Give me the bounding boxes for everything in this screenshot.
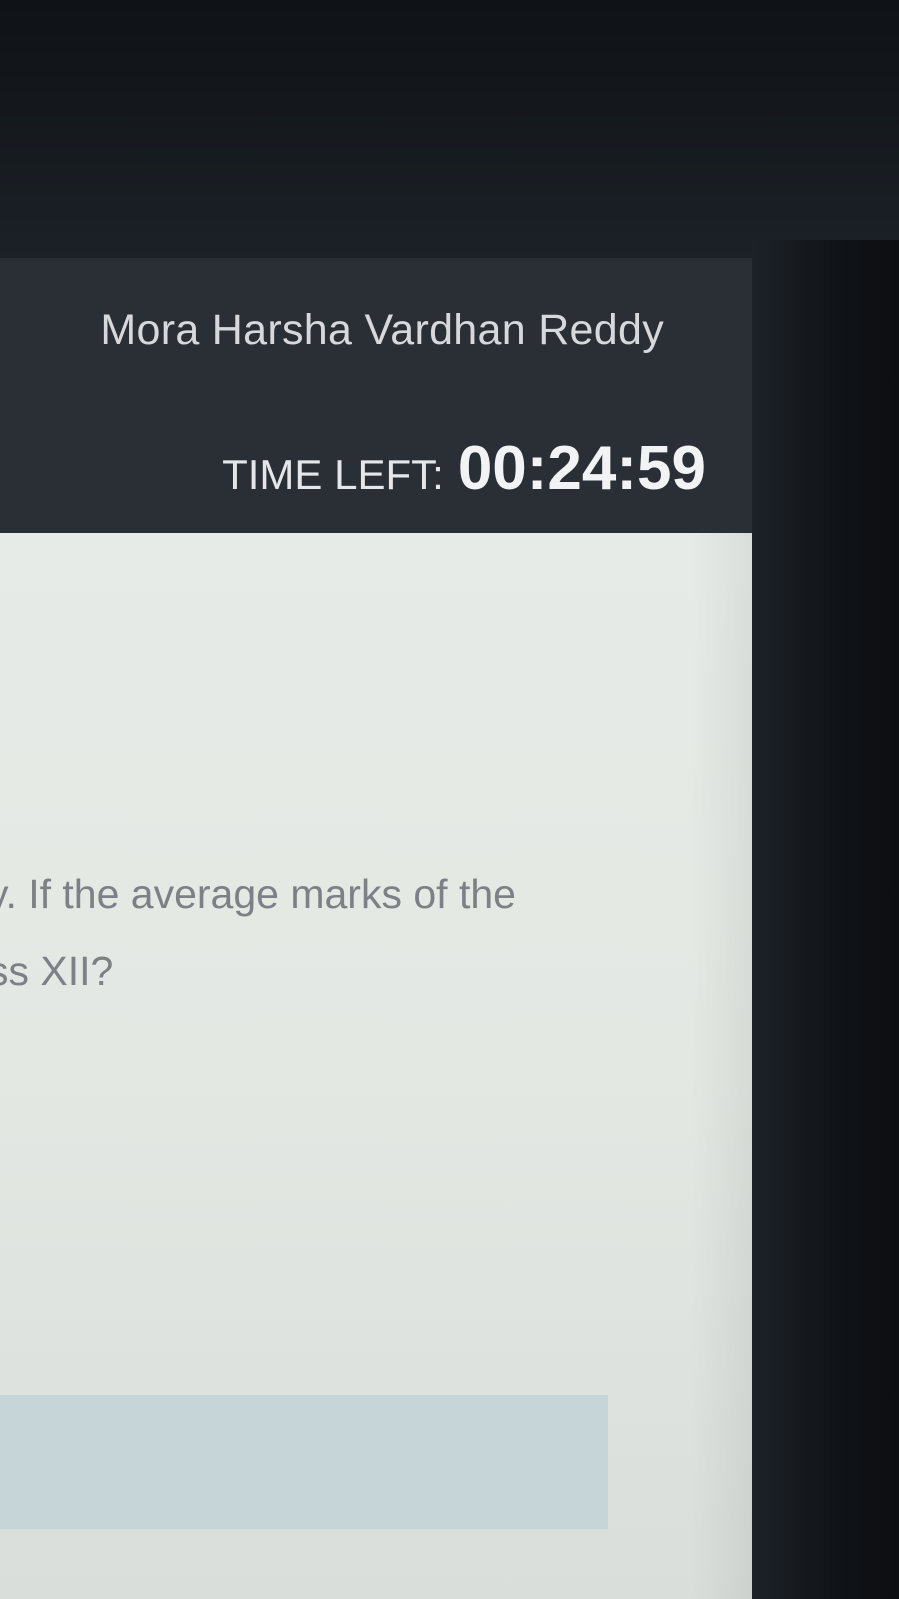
- answer-option[interactable]: [0, 1395, 608, 1529]
- exam-header: Mora Harsha Vardhan Reddy TIME LEFT: 00:…: [0, 258, 752, 533]
- question-text-line: ss XII?: [0, 948, 114, 994]
- screen-edge-shade: [690, 533, 752, 1599]
- monitor-bezel-top: [0, 0, 899, 260]
- monitor-bezel-right: [752, 240, 899, 1599]
- time-left-timer: TIME LEFT: 00:24:59: [222, 433, 706, 504]
- timer-label: TIME LEFT:: [222, 451, 444, 498]
- exam-screen: Mora Harsha Vardhan Reddy TIME LEFT: 00:…: [0, 258, 752, 1599]
- candidate-name: Mora Harsha Vardhan Reddy: [100, 306, 664, 354]
- question-text-line: y. If the average marks of the: [0, 871, 516, 917]
- timer-value: 00:24:59: [457, 434, 706, 503]
- question-panel: y. If the average marks of the ss XII?: [0, 533, 752, 1599]
